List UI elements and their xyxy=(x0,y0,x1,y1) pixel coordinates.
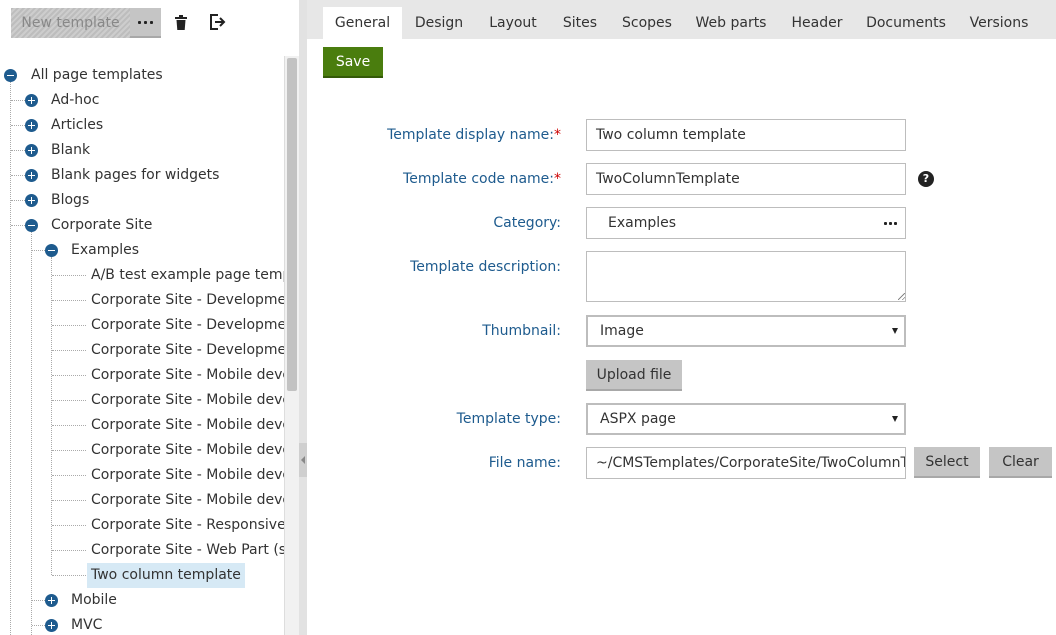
collapse-icon[interactable] xyxy=(45,244,58,257)
tab-versions[interactable]: Versions xyxy=(968,7,1030,39)
description-textarea[interactable] xyxy=(586,251,906,302)
tree-node-template[interactable]: A/B test example page template xyxy=(91,263,284,288)
tab-header[interactable]: Header xyxy=(790,7,844,39)
ellipsis-icon xyxy=(138,20,153,24)
tree-node-selected-template[interactable]: Two column template xyxy=(87,563,245,588)
tree-node-ad-hoc[interactable]: Ad-hoc xyxy=(51,88,99,113)
tree-node-template[interactable]: Corporate Site - Development mode xyxy=(91,288,284,313)
category-selector[interactable]: Examples xyxy=(586,207,906,239)
save-button[interactable]: Save xyxy=(323,47,383,78)
template-tree-panel: New template All page templates Ad-hoc A… xyxy=(0,0,300,635)
tree-node-template[interactable]: Corporate Site - Mobile development xyxy=(91,488,284,513)
tree-scrollbar[interactable] xyxy=(285,56,299,635)
tree-node-blank[interactable]: Blank xyxy=(51,138,90,163)
upload-file-button[interactable]: Upload file xyxy=(586,360,682,391)
tree-node-template[interactable]: Corporate Site - Development mode xyxy=(91,313,284,338)
collapse-icon[interactable] xyxy=(25,219,38,232)
panel-splitter[interactable] xyxy=(299,0,307,635)
tree-node-template[interactable]: Corporate Site - Mobile development xyxy=(91,438,284,463)
tree-node-template[interactable]: Corporate Site - Mobile development xyxy=(91,363,284,388)
tab-web-parts[interactable]: Web parts xyxy=(692,7,770,39)
tab-sites[interactable]: Sites xyxy=(559,7,601,39)
tree-node-mvc[interactable]: MVC xyxy=(71,613,102,635)
ellipsis-icon[interactable] xyxy=(884,222,897,225)
tree-node-template[interactable]: Corporate Site - Mobile development xyxy=(91,413,284,438)
description-label: Template description: xyxy=(410,259,561,275)
expand-icon[interactable] xyxy=(45,619,58,632)
thumbnail-value: Image xyxy=(600,323,644,339)
thumbnail-select[interactable]: Image xyxy=(586,315,906,347)
tree-node-template[interactable]: Corporate Site - Mobile development xyxy=(91,388,284,413)
tab-scopes[interactable]: Scopes xyxy=(619,7,675,39)
file-name-label: File name: xyxy=(488,455,561,471)
more-actions-button[interactable] xyxy=(130,8,161,38)
template-tree: All page templates Ad-hoc Articles Blank… xyxy=(0,56,285,635)
tree-scrollbar-thumb[interactable] xyxy=(287,58,297,391)
category-label: Category: xyxy=(493,215,561,231)
resize-handle-icon[interactable] xyxy=(898,293,905,300)
tree-node-template[interactable]: Corporate Site - Responsive Master xyxy=(91,513,284,538)
display-name-input[interactable]: Two column template xyxy=(586,119,906,151)
tab-layout[interactable]: Layout xyxy=(483,7,543,39)
expand-icon[interactable] xyxy=(25,194,38,207)
file-name-input[interactable]: ~/CMSTemplates/CorporateSite/TwoColumnTe… xyxy=(586,447,906,479)
category-value: Examples xyxy=(608,215,677,231)
new-template-button[interactable]: New template xyxy=(11,8,130,38)
code-name-label: Template code name:* xyxy=(403,171,561,187)
tree-node-template[interactable]: Corporate Site - Mobile development xyxy=(91,463,284,488)
caret-down-icon xyxy=(892,416,898,422)
tree-node-mobile[interactable]: Mobile xyxy=(71,588,117,613)
general-form: Save Template display name:* Two column … xyxy=(307,39,1056,635)
expand-icon[interactable] xyxy=(25,94,38,107)
expand-icon[interactable] xyxy=(25,169,38,182)
tree-node-root[interactable]: All page templates xyxy=(31,63,163,88)
collapse-icon[interactable] xyxy=(4,69,17,82)
tree-node-examples[interactable]: Examples xyxy=(71,238,139,263)
expand-icon[interactable] xyxy=(45,594,58,607)
clear-button[interactable]: Clear xyxy=(989,447,1052,478)
caret-down-icon xyxy=(892,328,898,334)
tab-general[interactable]: General xyxy=(323,7,402,39)
template-type-value: ASPX page xyxy=(600,411,676,427)
display-name-label: Template display name:* xyxy=(387,127,561,143)
trash-icon[interactable] xyxy=(172,12,190,32)
tree-node-corporate-site[interactable]: Corporate Site xyxy=(51,213,152,238)
tree-node-template[interactable]: Corporate Site - Development mode xyxy=(91,338,284,363)
tree-node-blank-widgets[interactable]: Blank pages for widgets xyxy=(51,163,219,188)
help-icon[interactable]: ? xyxy=(918,171,934,187)
select-button[interactable]: Select xyxy=(914,447,980,478)
sign-out-icon[interactable] xyxy=(208,12,226,32)
tab-design[interactable]: Design xyxy=(407,7,471,39)
tree-toolbar: New template xyxy=(0,0,300,46)
expand-icon[interactable] xyxy=(25,119,38,132)
code-name-input[interactable]: TwoColumnTemplate xyxy=(586,163,906,195)
expand-icon[interactable] xyxy=(25,144,38,157)
template-type-label: Template type: xyxy=(456,411,561,427)
tab-bar: General Design Layout Sites Scopes Web p… xyxy=(307,0,1056,39)
tree-node-articles[interactable]: Articles xyxy=(51,113,103,138)
tree-node-template[interactable]: Corporate Site - Web Part (sample) xyxy=(91,538,284,563)
thumbnail-label: Thumbnail: xyxy=(482,323,561,339)
tab-documents[interactable]: Documents xyxy=(865,7,947,39)
tree-node-blogs[interactable]: Blogs xyxy=(51,188,89,213)
template-type-select[interactable]: ASPX page xyxy=(586,403,906,435)
